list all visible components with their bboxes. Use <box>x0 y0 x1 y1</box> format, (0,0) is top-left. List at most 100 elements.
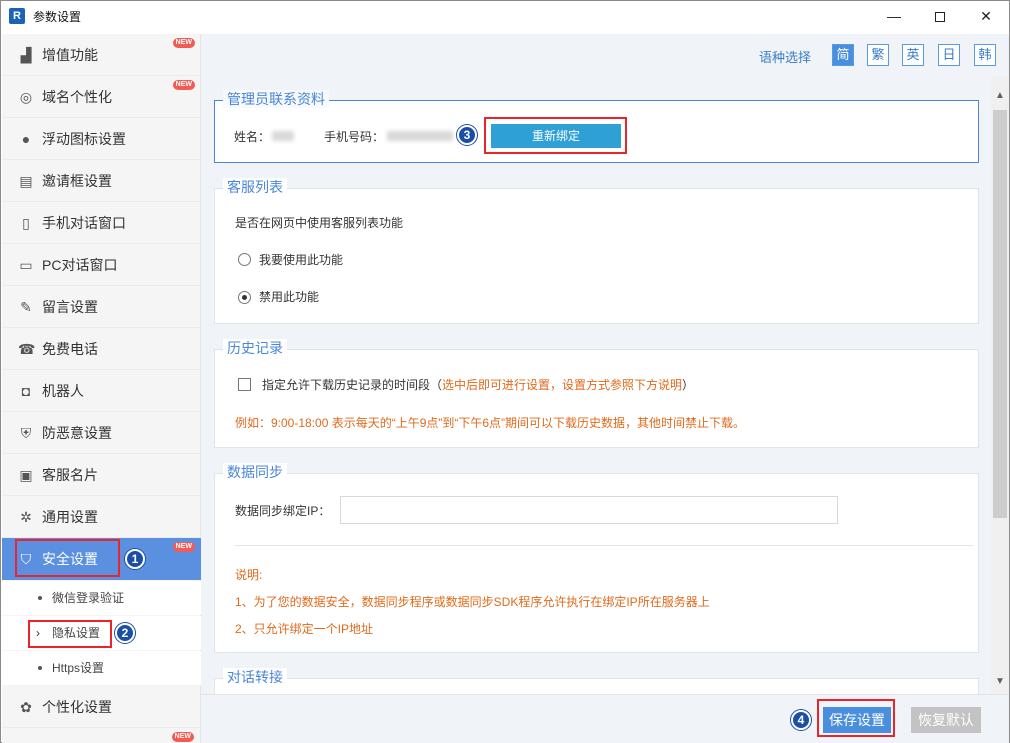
new-badge: NEW <box>172 38 195 48</box>
divider <box>235 545 973 546</box>
name-value-blurred <box>272 128 294 142</box>
palette-icon: ✿ <box>20 699 32 715</box>
settings-content: 管理员联系资料 姓名： 手机号码： 重新绑定 客服列表 是否在网页中使用客服列表… <box>201 76 991 694</box>
sidebar-item-label: 手机对话窗口 <box>42 215 126 231</box>
sidebar-item-card[interactable]: ▣ 客服名片 <box>2 454 201 496</box>
sidebar-item-personalize[interactable]: ✿ 个性化设置 <box>2 686 201 728</box>
scroll-thumb[interactable] <box>993 110 1007 518</box>
history-time-checkbox[interactable] <box>238 378 251 391</box>
sync-ip-label: 数据同步绑定IP： <box>235 504 331 518</box>
sidebar-item-label: PC对话窗口 <box>42 257 118 273</box>
document-icon: ▤ <box>19 173 33 189</box>
sync-ip-input[interactable] <box>340 496 838 524</box>
sidebar-item-label: 域名个性化 <box>42 89 112 105</box>
new-badge: NEW <box>172 80 195 90</box>
marker-4: 4 <box>791 710 811 730</box>
sidebar-item-label: 留言设置 <box>42 299 98 315</box>
edit-icon: ✎ <box>20 299 32 315</box>
disable-radio[interactable] <box>238 291 251 304</box>
maximize-icon <box>935 12 945 23</box>
data-sync-panel: 数据同步 数据同步绑定IP： 说明: 1、为了您的数据安全，数据同步程序或数据同… <box>214 463 979 653</box>
enable-radio[interactable] <box>238 253 251 266</box>
sidebar-subitem-label: 微信登录验证 <box>52 591 125 605</box>
sidebar-item-label: 邀请框设置 <box>42 173 112 189</box>
section-title: 数据同步 <box>223 463 287 481</box>
disable-radio-label[interactable]: 禁用此功能 <box>259 288 319 305</box>
sidebar-item-label: 机器人 <box>42 383 84 399</box>
lang-option-korean[interactable]: 韩 <box>974 44 996 66</box>
service-list-panel: 客服列表 是否在网页中使用客服列表功能 我要使用此功能 禁用此功能 <box>214 178 979 324</box>
highlight-box-privacy <box>28 620 112 648</box>
enable-radio-label[interactable]: 我要使用此功能 <box>259 251 343 268</box>
lang-option-english[interactable]: 英 <box>902 44 924 66</box>
reset-default-button[interactable]: 恢复默认 <box>911 707 981 733</box>
sidebar-item-value-added[interactable]: ▟ 增值功能 NEW <box>2 34 201 76</box>
new-badge: NEW <box>172 542 195 552</box>
sidebar-subitem-label: Https设置 <box>52 661 105 675</box>
title-bar: R 参数设置 — ✕ <box>1 1 1009 31</box>
app-logo-icon: R <box>9 8 25 24</box>
sidebar-subitem-https[interactable]: Https设置 <box>2 651 201 685</box>
section-title: 客服列表 <box>223 178 287 196</box>
history-panel: 历史记录 指定允许下载历史记录的时间段（选中后即可进行设置，设置方式参照下方说明… <box>214 339 979 448</box>
gear-icon: ✲ <box>20 509 32 525</box>
sidebar-item-label: 浮动图标设置 <box>42 131 126 147</box>
sidebar-item-label: 免费电话 <box>42 341 98 357</box>
language-bar: 语种选择 简 繁 英 日 韩 <box>201 34 1009 76</box>
card-icon: ▣ <box>19 467 33 483</box>
highlight-box-security <box>15 539 120 577</box>
sidebar-item-domain[interactable]: ◎ 域名个性化 NEW <box>2 76 201 118</box>
phone-label: 手机号码： <box>324 130 385 144</box>
service-list-question: 是否在网页中使用客服列表功能 <box>235 216 404 230</box>
marker-1: 1 <box>125 549 145 569</box>
sidebar-item-pc-chat[interactable]: ▭ PC对话窗口 <box>2 244 201 286</box>
sidebar-item-general[interactable]: ✲ 通用设置 <box>2 496 201 538</box>
bullet-icon <box>38 666 42 670</box>
section-title: 历史记录 <box>223 339 287 357</box>
scroll-up-icon[interactable]: ▲ <box>995 90 1005 101</box>
section-title: 对话转接 <box>223 668 287 686</box>
name-label: 姓名： <box>234 130 271 144</box>
lang-option-japanese[interactable]: 日 <box>938 44 960 66</box>
bulb-icon: ● <box>21 131 31 147</box>
sidebar-item-label: 增值功能 <box>42 47 98 63</box>
lang-option-simplified[interactable]: 简 <box>832 44 854 66</box>
sidebar-item-label: 客服名片 <box>42 467 98 483</box>
phone-icon: ☎ <box>18 341 36 357</box>
sidebar-item-invite[interactable]: ▤ 邀请框设置 <box>2 160 201 202</box>
sidebar-item-label: 通用设置 <box>42 509 98 525</box>
globe-icon: ◎ <box>19 89 33 105</box>
section-title: 管理员联系资料 <box>223 90 329 108</box>
chat-transfer-panel: 对话转接 <box>214 668 979 694</box>
sidebar-item-free-call[interactable]: ☎ 免费电话 <box>2 328 201 370</box>
sidebar-item-robot[interactable]: ◘ 机器人 <box>2 370 201 412</box>
sync-note-2: 2、只允许绑定一个IP地址 <box>235 622 374 636</box>
sidebar-item-label: 个性化设置 <box>42 699 112 715</box>
bar-chart-icon: ▟ <box>20 47 32 63</box>
robot-icon: ◘ <box>21 383 31 399</box>
history-example: 例如：9:00-18:00 表示每天的“上午9点”到“下午6点”期间可以下载历史… <box>235 416 746 430</box>
monitor-icon: ▭ <box>19 257 33 273</box>
lang-option-traditional[interactable]: 繁 <box>867 44 889 66</box>
maximize-button[interactable] <box>917 1 963 31</box>
marker-2: 2 <box>115 623 135 643</box>
shield-plus-icon: ⛨ <box>20 425 32 441</box>
marker-3: 3 <box>457 125 477 145</box>
sidebar-item-float-icon[interactable]: ● 浮动图标设置 <box>2 118 201 160</box>
minimize-button[interactable]: — <box>871 1 917 31</box>
window-title: 参数设置 <box>33 10 82 24</box>
sidebar-item-message[interactable]: ✎ 留言设置 <box>2 286 201 328</box>
bullet-icon <box>38 596 42 600</box>
scroll-down-icon[interactable]: ▼ <box>995 676 1005 687</box>
sidebar-item-anti-malicious[interactable]: ⛨ 防恶意设置 <box>2 412 201 454</box>
new-badge: NEW <box>171 732 194 742</box>
language-label: 语种选择 <box>759 50 812 65</box>
sync-note-title: 说明: <box>235 568 263 582</box>
history-checkbox-label[interactable]: 指定允许下载历史记录的时间段（选中后即可进行设置，设置方式参照下方说明） <box>262 376 694 393</box>
sidebar-item-mobile-chat[interactable]: ▯ 手机对话窗口 <box>2 202 201 244</box>
close-button[interactable]: ✕ <box>963 1 1009 31</box>
highlight-box-save <box>817 699 895 737</box>
content-scrollbar[interactable]: ▲ ▼ <box>991 76 1009 694</box>
sidebar-subitem-wechat-login[interactable]: 微信登录验证 <box>2 581 201 615</box>
sidebar-item-label: 防恶意设置 <box>42 425 112 441</box>
